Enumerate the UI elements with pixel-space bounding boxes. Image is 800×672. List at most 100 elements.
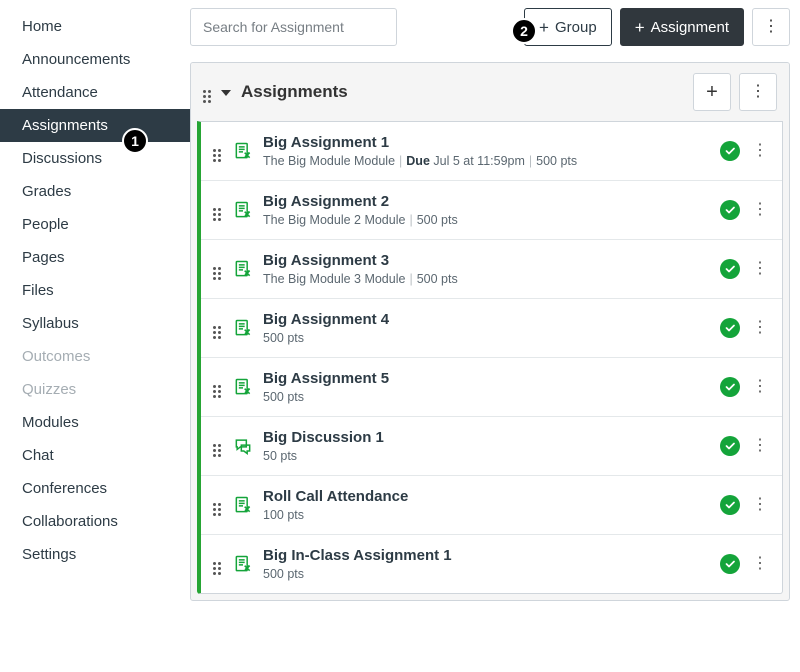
nav-item-files[interactable]: Files xyxy=(0,274,190,307)
assignment-info: Big Assignment 5 500 pts xyxy=(263,370,712,404)
assignment-info: Big Discussion 1 50 pts xyxy=(263,429,712,463)
add-assignment-button[interactable]: + Assignment xyxy=(620,8,744,46)
published-status[interactable] xyxy=(720,377,740,397)
main-area: + Group + Assignment ⋮ Assignments xyxy=(190,0,800,672)
kebab-icon: ⋮ xyxy=(752,202,768,218)
group-add-button[interactable]: + xyxy=(693,73,731,111)
nav-item-pages[interactable]: Pages xyxy=(0,241,190,274)
row-options-button[interactable]: ⋮ xyxy=(748,438,772,454)
add-group-label: Group xyxy=(555,19,597,36)
assignment-row: Big In-Class Assignment 1500 pts ⋮ xyxy=(201,535,782,593)
nav-item-attendance[interactable]: Attendance xyxy=(0,76,190,109)
nav-item-conferences[interactable]: Conferences xyxy=(0,472,190,505)
assignment-row: Roll Call Attendance 100 pts ⋮ xyxy=(201,476,782,535)
assignment-title-link[interactable]: Big Assignment 5 xyxy=(263,370,712,387)
kebab-icon: ⋮ xyxy=(752,143,768,159)
nav-item-home[interactable]: Home xyxy=(0,10,190,43)
assignment-row: Big Assignment 3 The Big Module 3 Module|… xyxy=(201,240,782,299)
nav-item-announcements[interactable]: Announcements xyxy=(0,43,190,76)
published-status[interactable] xyxy=(720,200,740,220)
kebab-icon: ⋮ xyxy=(752,261,768,277)
assignment-info: Big Assignment 1The Big Module Module|Du… xyxy=(263,134,712,168)
assignment-meta: 50 pts xyxy=(263,449,712,463)
points: 50 pts xyxy=(263,449,297,463)
due-date: Jul 5 at 11:59pm xyxy=(433,154,525,168)
assignment-icon xyxy=(233,318,253,338)
nav-item-collaborations[interactable]: Collaborations xyxy=(0,505,190,538)
assignment-title-link[interactable]: Big In-Class Assignment 1 xyxy=(263,547,712,564)
assignment-meta: 500 pts xyxy=(263,390,712,404)
group-options-button[interactable]: ⋮ xyxy=(739,73,777,111)
check-circle-icon xyxy=(720,436,740,456)
add-group-button[interactable]: + Group xyxy=(524,8,612,46)
group-header: Assignments + ⋮ xyxy=(191,63,789,121)
drag-handle-icon[interactable] xyxy=(207,376,227,398)
due-label: Due xyxy=(406,154,430,168)
assignment-title-link[interactable]: Big Assignment 2 xyxy=(263,193,712,210)
assignment-group-panel: Assignments + ⋮ Big Assignment 1The Big … xyxy=(190,62,790,601)
collapse-toggle[interactable] xyxy=(219,83,237,101)
assignment-meta: The Big Module 3 Module|500 pts xyxy=(263,272,712,286)
assignment-title-link[interactable]: Big Assignment 1 xyxy=(263,134,712,151)
assignment-row: Big Assignment 5 500 pts ⋮ xyxy=(201,358,782,417)
search-input[interactable] xyxy=(190,8,397,46)
assignment-title-link[interactable]: Big Assignment 3 xyxy=(263,252,712,269)
row-options-button[interactable]: ⋮ xyxy=(748,379,772,395)
row-options-button[interactable]: ⋮ xyxy=(748,320,772,336)
discussion-icon xyxy=(233,436,253,456)
nav-item-outcomes[interactable]: Outcomes xyxy=(0,340,190,373)
published-status[interactable] xyxy=(720,141,740,161)
row-options-button[interactable]: ⋮ xyxy=(748,497,772,513)
drag-handle-icon[interactable] xyxy=(207,553,227,575)
points: 500 pts xyxy=(263,331,304,345)
row-options-button[interactable]: ⋮ xyxy=(748,202,772,218)
row-options-button[interactable]: ⋮ xyxy=(748,556,772,572)
nav-item-chat[interactable]: Chat xyxy=(0,439,190,472)
drag-handle-icon[interactable] xyxy=(207,494,227,516)
nav-item-assignments[interactable]: Assignments xyxy=(0,109,190,142)
drag-handle-icon[interactable] xyxy=(203,81,219,103)
check-circle-icon xyxy=(720,259,740,279)
assignment-info: Big In-Class Assignment 1500 pts xyxy=(263,547,712,581)
assignment-title-link[interactable]: Big Assignment 4 xyxy=(263,311,712,328)
toolbar: + Group + Assignment ⋮ xyxy=(190,8,790,46)
nav-item-grades[interactable]: Grades xyxy=(0,175,190,208)
assignment-list: Big Assignment 1The Big Module Module|Du… xyxy=(197,121,783,594)
assignment-title-link[interactable]: Big Discussion 1 xyxy=(263,429,712,446)
drag-handle-icon[interactable] xyxy=(207,435,227,457)
assignment-icon xyxy=(233,495,253,515)
drag-handle-icon[interactable] xyxy=(207,199,227,221)
drag-handle-icon[interactable] xyxy=(207,317,227,339)
assignment-icon xyxy=(233,259,253,279)
module-name: The Big Module 3 Module xyxy=(263,272,405,286)
row-options-button[interactable]: ⋮ xyxy=(748,143,772,159)
assignment-icon xyxy=(233,141,253,161)
assignment-icon xyxy=(233,554,253,574)
assignment-title-link[interactable]: Roll Call Attendance xyxy=(263,488,712,505)
check-circle-icon xyxy=(720,200,740,220)
step-marker-2: 2 xyxy=(511,18,537,44)
published-status[interactable] xyxy=(720,318,740,338)
assignment-meta: 100 pts xyxy=(263,508,712,522)
nav-item-syllabus[interactable]: Syllabus xyxy=(0,307,190,340)
row-options-button[interactable]: ⋮ xyxy=(748,261,772,277)
assignment-row: Big Assignment 4 500 pts ⋮ xyxy=(201,299,782,358)
published-status[interactable] xyxy=(720,554,740,574)
drag-handle-icon[interactable] xyxy=(207,258,227,280)
published-status[interactable] xyxy=(720,259,740,279)
nav-item-people[interactable]: People xyxy=(0,208,190,241)
assignment-info: Roll Call Attendance 100 pts xyxy=(263,488,712,522)
nav-item-settings[interactable]: Settings xyxy=(0,538,190,571)
toolbar-options-button[interactable]: ⋮ xyxy=(752,8,790,46)
drag-handle-icon[interactable] xyxy=(207,140,227,162)
nav-item-discussions[interactable]: Discussions xyxy=(0,142,190,175)
nav-item-quizzes[interactable]: Quizzes xyxy=(0,373,190,406)
nav-item-modules[interactable]: Modules xyxy=(0,406,190,439)
kebab-icon: ⋮ xyxy=(750,84,766,100)
assignment-icon xyxy=(233,377,253,397)
kebab-icon: ⋮ xyxy=(752,320,768,336)
published-status[interactable] xyxy=(720,436,740,456)
points: 500 pts xyxy=(536,154,577,168)
check-circle-icon xyxy=(720,141,740,161)
published-status[interactable] xyxy=(720,495,740,515)
